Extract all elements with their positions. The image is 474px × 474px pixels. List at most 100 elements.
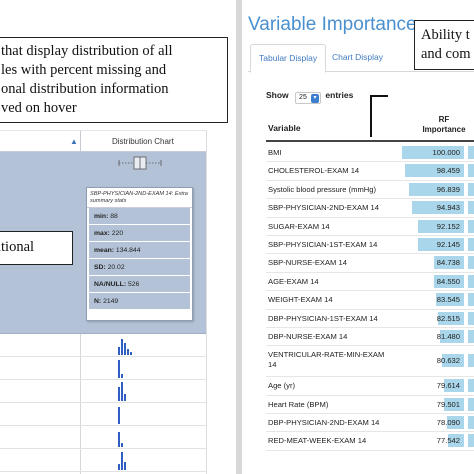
histogram-bar — [118, 407, 120, 424]
next-column-bar — [468, 237, 474, 251]
variable-name: WEIGHT-EXAM 14 — [268, 295, 333, 305]
variable-name: CHOLESTEROL-EXAM 14 — [268, 166, 360, 176]
histogram-bar — [118, 360, 120, 378]
tooltip-stat-row: NA/NULL: 526 — [89, 276, 190, 293]
callout-line: les with percent missing and — [1, 62, 167, 78]
page-title: Variable Importance — [248, 14, 417, 35]
column-divider — [80, 380, 81, 402]
tooltip-stat-row: N: 2149 — [89, 293, 190, 310]
column-header-variable[interactable]: Variable — [268, 123, 301, 133]
annotation-callout-additional: itional — [0, 231, 73, 265]
table-row[interactable]: AGE-EXAM 14 84.550 — [266, 273, 474, 292]
stat-label: min: — [94, 213, 109, 220]
importance-value: 92.145 — [436, 239, 460, 249]
histogram-bar — [118, 464, 120, 470]
histogram-bar — [118, 432, 120, 447]
table-row[interactable]: VENTRICULAR-RATE-MIN-EXAM 14 80.632 — [266, 346, 474, 378]
table-row[interactable] — [0, 403, 206, 426]
summary-stats-tooltip: SBP-PHYSICIAN-2ND-EXAM 14: Extra summary… — [86, 187, 193, 321]
importance-value: 78.090 — [436, 418, 460, 428]
table-row[interactable]: DBP-PHYSICIAN-1ST-EXAM 14 82.515 — [266, 310, 474, 328]
table-row[interactable]: SUGAR-EXAM 14 92.152 — [266, 218, 474, 236]
next-column-bar — [468, 379, 474, 393]
tooltip-stat-row: max: 220 — [89, 225, 190, 242]
column-divider — [80, 131, 81, 153]
table-row[interactable]: BMI 100.000 — [266, 144, 474, 163]
table-row[interactable]: Age (yr) 79.614 — [266, 377, 474, 396]
callout-line: that display distribution of all — [1, 43, 173, 59]
show-label: Show — [266, 90, 289, 100]
next-column-bar — [468, 164, 474, 178]
table-row[interactable]: Heart Rate (BPM) 79.501 — [266, 396, 474, 415]
column-divider — [80, 403, 81, 425]
histogram-bar — [124, 343, 126, 355]
table-row[interactable]: SBP-PHYSICIAN-2ND-EXAM 14 94.943 — [266, 199, 474, 218]
table-row[interactable]: SBP-NURSE-EXAM 14 84.738 — [266, 254, 474, 273]
stat-label: SD: — [94, 264, 106, 271]
variable-name: DBP-NURSE-EXAM 14 — [268, 331, 348, 341]
tooltip-stat-row: SD: 20.02 — [89, 259, 190, 276]
variable-name: DBP-PHYSICIAN-2ND-EXAM 14 — [268, 418, 380, 428]
next-column-bar — [468, 201, 474, 215]
importance-value: 92.152 — [436, 221, 460, 231]
table-row[interactable] — [0, 380, 206, 403]
entries-select[interactable]: 25 ▾ — [295, 92, 322, 104]
variable-name: Heart Rate (BPM) — [268, 399, 329, 409]
variable-name: RED-MEAT-WEEK-EXAM 14 — [268, 436, 367, 446]
annotation-callout: that display distribution of all les wit… — [0, 37, 228, 123]
tab-tabular-display[interactable]: Tabular Display — [250, 44, 327, 73]
histogram-bar — [121, 374, 123, 378]
tab-chart-display[interactable]: Chart Display — [324, 44, 391, 72]
next-column-bar — [468, 219, 474, 233]
histogram-bar — [127, 349, 129, 355]
next-column-bar — [468, 293, 474, 307]
next-column-bar — [468, 311, 474, 325]
sort-ascending-icon[interactable]: ▲ — [70, 137, 78, 146]
stat-value: 134.844 — [115, 247, 141, 254]
histogram-bar — [124, 394, 126, 401]
table-row[interactable]: WEIGHT-EXAM 14 83.545 — [266, 291, 474, 310]
importance-value: 84.738 — [436, 258, 460, 268]
importance-table-body: BMI 100.000 CHOLESTEROL-EXAM 14 98.459 Systo… — [266, 144, 474, 451]
table-row[interactable]: Systolic blood pressure (mmHg) 96.839 — [266, 181, 474, 200]
importance-value: 100.000 — [432, 148, 460, 157]
callout-line: and com — [421, 46, 471, 62]
entries-select-value: 25 — [299, 94, 307, 101]
table-row[interactable] — [0, 426, 206, 449]
callout-line: onal distribution information — [1, 81, 169, 97]
importance-value: 94.943 — [436, 203, 460, 213]
table-row[interactable]: DBP-PHYSICIAN-2ND-EXAM 14 78.090 — [266, 414, 474, 433]
histogram-rows — [0, 334, 206, 474]
next-column-bar — [468, 416, 474, 430]
next-column-bar — [468, 274, 474, 288]
table-row[interactable]: SBP-PHYSICIAN-1ST-EXAM 14 92.145 — [266, 236, 474, 255]
table-row[interactable] — [0, 449, 206, 472]
entries-label: entries — [325, 90, 354, 100]
variable-name: SUGAR-EXAM 14 — [268, 221, 330, 231]
variable-name: Systolic blood pressure (mmHg) — [268, 184, 377, 194]
table-row[interactable]: RED-MEAT-WEEK-EXAM 14 77.542 — [266, 432, 474, 451]
column-header-rf-importance[interactable]: RF Importance — [414, 115, 474, 135]
next-column-bar — [468, 182, 474, 196]
table-row[interactable]: DBP-NURSE-EXAM 14 81.480 — [266, 328, 474, 347]
panel-margin — [206, 130, 236, 474]
importance-value: 79.501 — [436, 399, 460, 409]
variable-name: DBP-PHYSICIAN-1ST-EXAM 14 — [268, 313, 378, 323]
variable-name: AGE-EXAM 14 — [268, 276, 319, 286]
next-column-bar — [468, 434, 474, 448]
stat-label: NA/NULL: — [94, 281, 127, 288]
variable-importance-panel: Variable Importance Tabular Display Char… — [242, 0, 474, 474]
table-header: ▲ Distribution Chart — [0, 130, 236, 153]
table-row[interactable] — [0, 357, 206, 380]
table-row[interactable] — [0, 334, 206, 357]
entries-length-control: Show 25 ▾ entries — [266, 90, 354, 104]
callout-line: Ability t — [421, 27, 470, 43]
next-column-bar — [468, 397, 474, 411]
variable-name: BMI — [268, 148, 282, 157]
table-row[interactable]: CHOLESTEROL-EXAM 14 98.459 — [266, 162, 474, 181]
stat-value: 88 — [110, 213, 118, 220]
distribution-chart-header[interactable]: Distribution Chart — [112, 137, 174, 146]
next-column-bar — [468, 146, 474, 159]
importance-value: 80.632 — [436, 356, 460, 366]
variable-name: SBP-PHYSICIAN-2ND-EXAM 14 — [268, 203, 379, 213]
